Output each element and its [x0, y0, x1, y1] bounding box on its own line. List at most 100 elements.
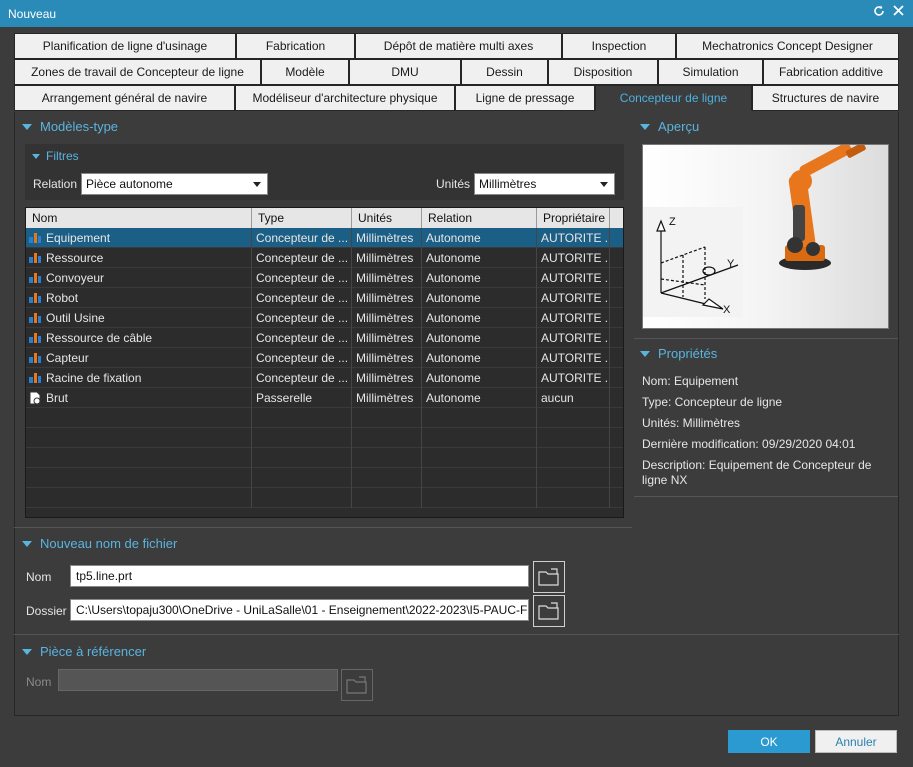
tab-ship-general-arrangement[interactable]: Arrangement général de navire	[14, 85, 235, 111]
tab-ship-structures[interactable]: Structures de navire	[752, 85, 899, 111]
cell-units: Millimètres	[352, 268, 422, 288]
table-row[interactable]: Outil Usine Concepteur de ... Millimètres A…	[26, 308, 623, 328]
tab-line-planning-machining[interactable]: Planification de ligne d'usinage	[14, 33, 236, 59]
column-header-relation[interactable]: Relation	[422, 208, 537, 228]
cell-units-text: Millimètres	[356, 251, 414, 265]
table-row[interactable]: Brut Passerelle Millimètres Autonome aucun	[26, 388, 623, 408]
tab-layout[interactable]: Disposition	[548, 59, 658, 85]
cell-owner: AUTORITE ...	[537, 288, 610, 308]
close-icon[interactable]	[892, 4, 905, 20]
robot-preview-graphic: Z Y X	[643, 142, 866, 317]
axis-label-y: Y	[727, 258, 735, 270]
cell-relation-text: Autonome	[426, 231, 481, 245]
column-header-filler	[610, 208, 623, 228]
robot-icon	[779, 142, 866, 270]
cell-type	[252, 488, 352, 508]
axis-label-z: Z	[669, 216, 676, 228]
reference-part-title: Pièce à référencer	[40, 644, 147, 659]
cell-type-text: Concepteur de ...	[256, 351, 349, 365]
tab-mechatronics[interactable]: Mechatronics Concept Designer	[676, 33, 899, 59]
table-row[interactable]: Equipement Concepteur de ... Millimètres Au…	[26, 228, 623, 248]
cell-relation: Autonome	[422, 248, 537, 268]
table-row[interactable]: Convoyeur Concepteur de ... Millimètres Aut…	[26, 268, 623, 288]
column-header-owner[interactable]: Propriétaire	[537, 208, 610, 228]
cell-filler	[610, 408, 623, 428]
cell-relation: Autonome	[422, 328, 537, 348]
tab-multiaxis-deposition[interactable]: Dépôt de matière multi axes	[355, 33, 562, 59]
cell-name	[26, 428, 252, 448]
cell-relation	[422, 408, 537, 428]
property-description-cont: ligne NX	[642, 473, 688, 487]
cell-owner: AUTORITE ...	[537, 368, 610, 388]
cell-filler	[610, 328, 623, 348]
filename-input[interactable]: tp5.line.prt	[70, 565, 529, 587]
cell-filler	[610, 488, 623, 508]
properties-section-header[interactable]: Propriétés	[640, 346, 717, 361]
tab-inspection[interactable]: Inspection	[562, 33, 676, 59]
reference-name-input[interactable]	[58, 669, 338, 691]
cell-type: Concepteur de ...	[252, 308, 352, 328]
cell-units-text: Millimètres	[356, 371, 414, 385]
tab-line-designer[interactable]: Concepteur de ligne	[595, 85, 752, 111]
empty-table-row	[26, 488, 623, 508]
column-header-units[interactable]: Unités	[352, 208, 422, 228]
cell-type-text: Concepteur de ...	[256, 291, 349, 305]
cell-filler	[610, 368, 623, 388]
tab-drawing[interactable]: Dessin	[461, 59, 548, 85]
browse-reference-button[interactable]	[341, 669, 373, 701]
cell-owner-text: AUTORITE ...	[541, 311, 610, 325]
cancel-button[interactable]: Annuler	[815, 730, 897, 753]
reset-icon[interactable]	[872, 4, 886, 21]
tab-dmu[interactable]: DMU	[349, 59, 461, 85]
cell-relation-text: Autonome	[426, 351, 481, 365]
cell-units-text: Millimètres	[356, 311, 414, 325]
new-filename-section-header[interactable]: Nouveau nom de fichier	[22, 536, 177, 551]
tab-press-line[interactable]: Ligne de pressage	[455, 85, 595, 111]
cell-units	[352, 428, 422, 448]
tab-additive-manufacturing[interactable]: Fabrication additive	[763, 59, 899, 85]
cell-relation-text: Autonome	[426, 371, 481, 385]
table-row[interactable]: Capteur Concepteur de ... Millimètres Auton…	[26, 348, 623, 368]
browse-filename-button[interactable]	[533, 561, 565, 593]
collapse-icon	[22, 123, 32, 130]
reference-part-section-header[interactable]: Pièce à référencer	[22, 644, 146, 659]
preview-image: Z Y X	[642, 142, 889, 329]
table-row[interactable]: Ressource Concepteur de ... Millimètres Aut…	[26, 248, 623, 268]
preview-section-header[interactable]: Aperçu	[640, 119, 699, 134]
filters-header[interactable]: Filtres	[32, 149, 79, 163]
ok-button[interactable]: OK	[728, 730, 810, 753]
column-header-name[interactable]: Nom	[26, 208, 252, 228]
cell-owner: aucun	[537, 388, 610, 408]
table-row[interactable]: Ressource de câble Concepteur de ... Milli…	[26, 328, 623, 348]
cell-type-text: Concepteur de ...	[256, 251, 349, 265]
cell-relation-text: Autonome	[426, 391, 481, 405]
folder-icon	[346, 676, 367, 694]
units-value: Millimètres	[479, 177, 537, 191]
cell-type: Passerelle	[252, 388, 352, 408]
relation-dropdown[interactable]: Pièce autonome	[81, 173, 268, 195]
cell-filler	[610, 308, 623, 328]
tab-physical-architecture[interactable]: Modéliseur d'architecture physique	[235, 85, 455, 111]
browse-folder-button[interactable]	[533, 595, 565, 627]
cell-units-text: Millimètres	[356, 291, 414, 305]
tab-model[interactable]: Modèle	[261, 59, 349, 85]
collapse-icon	[22, 648, 32, 655]
table-row[interactable]: Racine de fixation Concepteur de ... Milli…	[26, 368, 623, 388]
divider	[634, 496, 898, 497]
cell-units	[352, 488, 422, 508]
tab-fabrication[interactable]: Fabrication	[236, 33, 355, 59]
units-dropdown[interactable]: Millimètres	[474, 173, 615, 195]
collapse-icon	[32, 153, 40, 159]
cell-type-text: Concepteur de ...	[256, 231, 349, 245]
column-header-type[interactable]: Type	[252, 208, 352, 228]
tab-line-designer-workareas[interactable]: Zones de travail de Concepteur de ligne	[14, 59, 261, 85]
folder-input[interactable]: C:\Users\topaju300\OneDrive - UniLaSalle…	[70, 599, 529, 621]
cell-filler	[610, 428, 623, 448]
relation-value: Pièce autonome	[86, 177, 173, 191]
cell-filler	[610, 388, 623, 408]
tab-simulation[interactable]: Simulation	[658, 59, 763, 85]
templates-section-header[interactable]: Modèles-type	[22, 119, 118, 134]
cell-filler	[610, 248, 623, 268]
table-header: Nom Type Unités Relation Propriétaire	[26, 208, 623, 228]
table-row[interactable]: Robot Concepteur de ... Millimètres Autonom…	[26, 288, 623, 308]
